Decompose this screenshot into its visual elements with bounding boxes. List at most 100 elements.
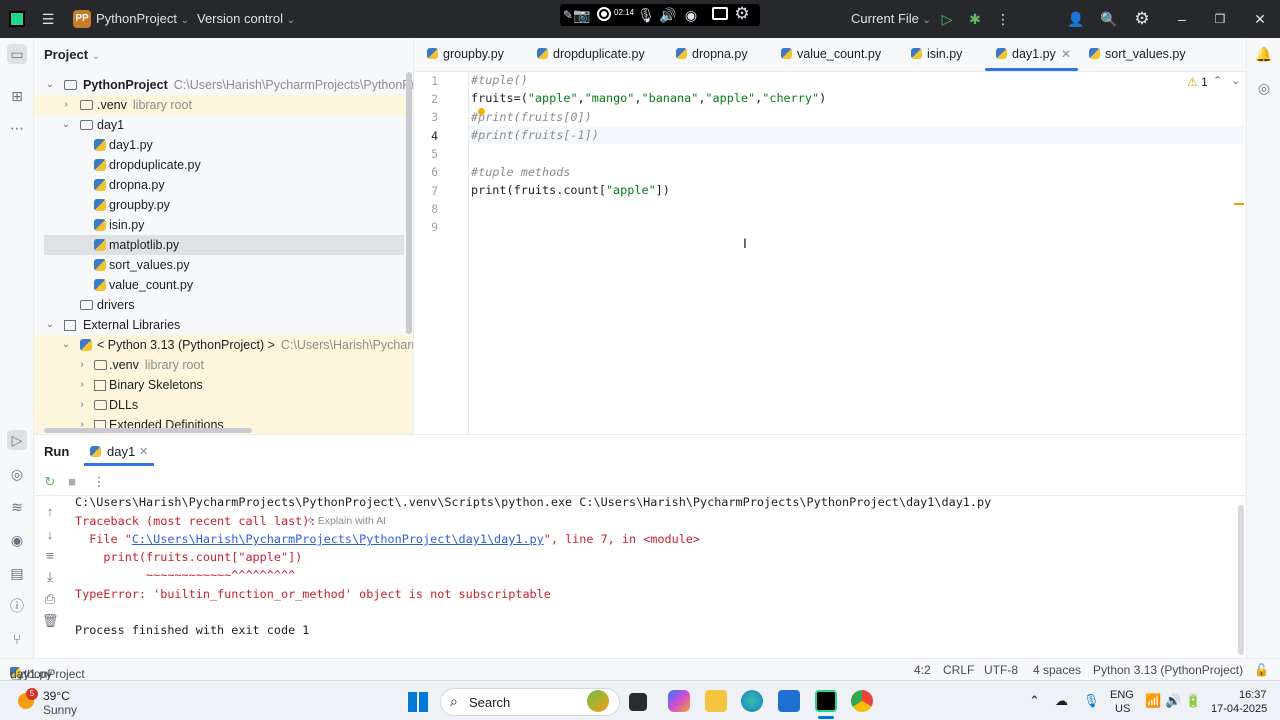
run-panel-icon[interactable]: ▷ — [7, 430, 27, 450]
tree-item-drivers[interactable]: drivers — [34, 295, 413, 315]
run-configuration-dropdown[interactable]: Current File ⌄ — [851, 11, 931, 26]
clock-date[interactable]: 17-04-2025 — [1211, 703, 1267, 715]
interpreter-selector[interactable]: Python 3.13 (PythonProject) — [1093, 663, 1243, 677]
structure-icon[interactable]: ⊞ — [7, 86, 27, 106]
microphone-icon[interactable]: 🎙 — [636, 5, 656, 25]
webcam-icon[interactable]: ◉ — [681, 5, 701, 25]
tree-item-python-sdk[interactable]: ⌄ < Python 3.13 (PythonProject) > C:\User… — [34, 335, 413, 355]
input-language-bottom[interactable]: US — [1115, 703, 1130, 715]
project-vertical-scrollbar[interactable] — [406, 72, 412, 334]
microphone-icon[interactable]: 🎙 — [1083, 693, 1100, 709]
window-capture-icon[interactable] — [712, 7, 728, 20]
tree-item-sdk-venv[interactable]: › .venv library root — [34, 355, 413, 375]
windows-start-icon[interactable] — [408, 692, 428, 712]
chevron-up-icon[interactable]: ⌃ — [1029, 693, 1040, 709]
code-line-6[interactable]: #tuple methods — [471, 165, 570, 179]
tree-item-file-selected[interactable]: matplotlib.py — [44, 235, 404, 255]
stop-icon[interactable]: ■ — [64, 474, 80, 490]
services-icon[interactable]: ◉ — [7, 530, 27, 550]
tree-item-dlls[interactable]: › DLLs — [34, 395, 413, 415]
debug-icon[interactable]: ✱ — [965, 9, 985, 29]
tab-value-count[interactable]: value_count.py — [781, 47, 881, 67]
terminal-icon[interactable]: ▤ — [7, 563, 27, 583]
tree-item-external-libraries[interactable]: ⌄ External Libraries — [34, 315, 413, 335]
weather-condition[interactable]: Sunny — [43, 703, 77, 717]
tree-item-file[interactable]: isin.py — [34, 215, 413, 235]
more-vertical-icon[interactable]: ⋮ — [993, 9, 1013, 29]
chrome-browser-icon[interactable] — [851, 690, 873, 712]
previous-highlight-icon[interactable]: ⌃ — [1213, 74, 1222, 87]
tree-item-binary-skeletons[interactable]: › Binary Skeletons — [34, 375, 413, 395]
indent-setting[interactable]: 4 spaces — [1033, 663, 1081, 677]
cloud-sync-icon[interactable]: ☁ — [1055, 693, 1068, 709]
close-icon[interactable]: ✕ — [1250, 9, 1270, 29]
more-vertical-icon[interactable]: ⋮ — [91, 474, 107, 490]
project-panel-title[interactable]: Project ⌄ — [44, 47, 100, 62]
scroll-down-icon[interactable]: ↓ — [42, 527, 58, 543]
app-logo-icon[interactable] — [9, 11, 25, 27]
notifications-icon[interactable]: 🔔 — [1254, 44, 1274, 64]
run-tab-day1[interactable]: day1 — [90, 444, 135, 459]
version-control-dropdown[interactable]: Version control ⌄ — [197, 11, 295, 26]
tree-item-file[interactable]: groupby.py — [34, 195, 413, 215]
input-language-top[interactable]: ENG — [1110, 689, 1134, 701]
line-separator[interactable]: CRLF — [943, 663, 974, 677]
tree-item-file[interactable]: dropna.py — [34, 175, 413, 195]
pycharm-taskbar-icon[interactable] — [815, 690, 837, 712]
project-name-dropdown[interactable]: PythonProject ⌄ — [96, 11, 189, 26]
tree-item-file[interactable]: sort_values.py — [34, 255, 413, 275]
git-icon[interactable]: ⑂ — [7, 629, 27, 649]
file-explorer-icon[interactable] — [705, 690, 727, 712]
intention-bulb-icon[interactable] — [478, 108, 485, 115]
console-scrollbar[interactable] — [1238, 505, 1244, 655]
task-view-icon[interactable] — [629, 693, 647, 711]
code-line-4[interactable]: #print(fruits[-1]) — [471, 128, 599, 142]
tree-item-day1-folder[interactable]: ⌄ day1 — [34, 115, 413, 135]
tab-close-icon[interactable]: ✕ — [1061, 47, 1071, 61]
tab-isin[interactable]: isin.py — [911, 47, 962, 67]
clock-time[interactable]: 16:37 — [1239, 689, 1267, 701]
maximize-icon[interactable]: ❐ — [1210, 9, 1230, 29]
file-encoding[interactable]: UTF-8 — [984, 663, 1018, 677]
add-user-icon[interactable]: 👤 — [1066, 9, 1086, 29]
problems-icon[interactable]: ⓘ — [7, 596, 27, 616]
more-horizontal-icon[interactable]: ⋯ — [7, 118, 27, 138]
soft-wrap-icon[interactable]: ≡ — [42, 548, 58, 564]
rerun-icon[interactable]: ↻ — [42, 474, 58, 490]
warning-indicator[interactable]: ⚠ 1 — [1187, 75, 1208, 89]
project-horizontal-scrollbar[interactable] — [44, 428, 252, 433]
weather-temperature[interactable]: 39°C — [43, 689, 70, 703]
lock-icon[interactable]: 🔓 — [1254, 663, 1269, 677]
volume-icon[interactable]: 🔊 — [1165, 693, 1181, 709]
breadcrumb-item[interactable]: day1.py — [10, 667, 52, 681]
copilot-app-icon[interactable] — [668, 690, 690, 712]
clear-all-icon[interactable]: 🗑 — [42, 613, 59, 629]
edge-browser-icon[interactable] — [741, 690, 763, 712]
minimize-icon[interactable]: – — [1172, 9, 1192, 29]
code-line-1[interactable]: #tuple() — [471, 73, 528, 87]
tab-dropduplicate[interactable]: dropduplicate.py — [537, 47, 645, 67]
record-icon[interactable] — [597, 7, 611, 21]
tab-dropna[interactable]: dropna.py — [676, 47, 748, 67]
tree-item-venv[interactable]: › .venv library root — [34, 95, 413, 115]
caret-position[interactable]: 4:2 — [914, 663, 931, 677]
next-highlight-icon[interactable]: ⌄ — [1231, 74, 1240, 87]
tree-item-file[interactable]: value_count.py — [34, 275, 413, 295]
run-icon[interactable]: ▷ — [937, 9, 957, 29]
layers-icon[interactable]: ≋ — [7, 497, 27, 517]
python-packages-icon[interactable]: ◎ — [7, 464, 27, 484]
run-tab-close-icon[interactable]: ✕ — [139, 445, 148, 458]
microsoft-store-icon[interactable] — [778, 690, 800, 712]
volume-icon[interactable]: 🔊 — [658, 5, 678, 25]
search-icon[interactable]: 🔍 — [1099, 9, 1119, 29]
traceback-file-link[interactable]: C:\Users\Harish\PycharmProjects\PythonPr… — [132, 532, 544, 546]
main-menu-icon[interactable]: ☰ — [38, 9, 58, 29]
ai-assistant-icon[interactable]: ◎ — [1254, 78, 1274, 98]
code-line-7[interactable]: print(fruits.count["apple"]) — [471, 183, 670, 197]
wifi-icon[interactable]: 📶 — [1145, 693, 1161, 709]
project-folder-icon[interactable]: ▭ — [7, 44, 27, 64]
scroll-to-end-icon[interactable]: ⤓ — [42, 569, 58, 585]
print-icon[interactable]: ⎙ — [42, 591, 58, 607]
battery-icon[interactable]: 🔋 — [1185, 693, 1201, 709]
camera-icon[interactable]: 📷 — [572, 5, 592, 25]
